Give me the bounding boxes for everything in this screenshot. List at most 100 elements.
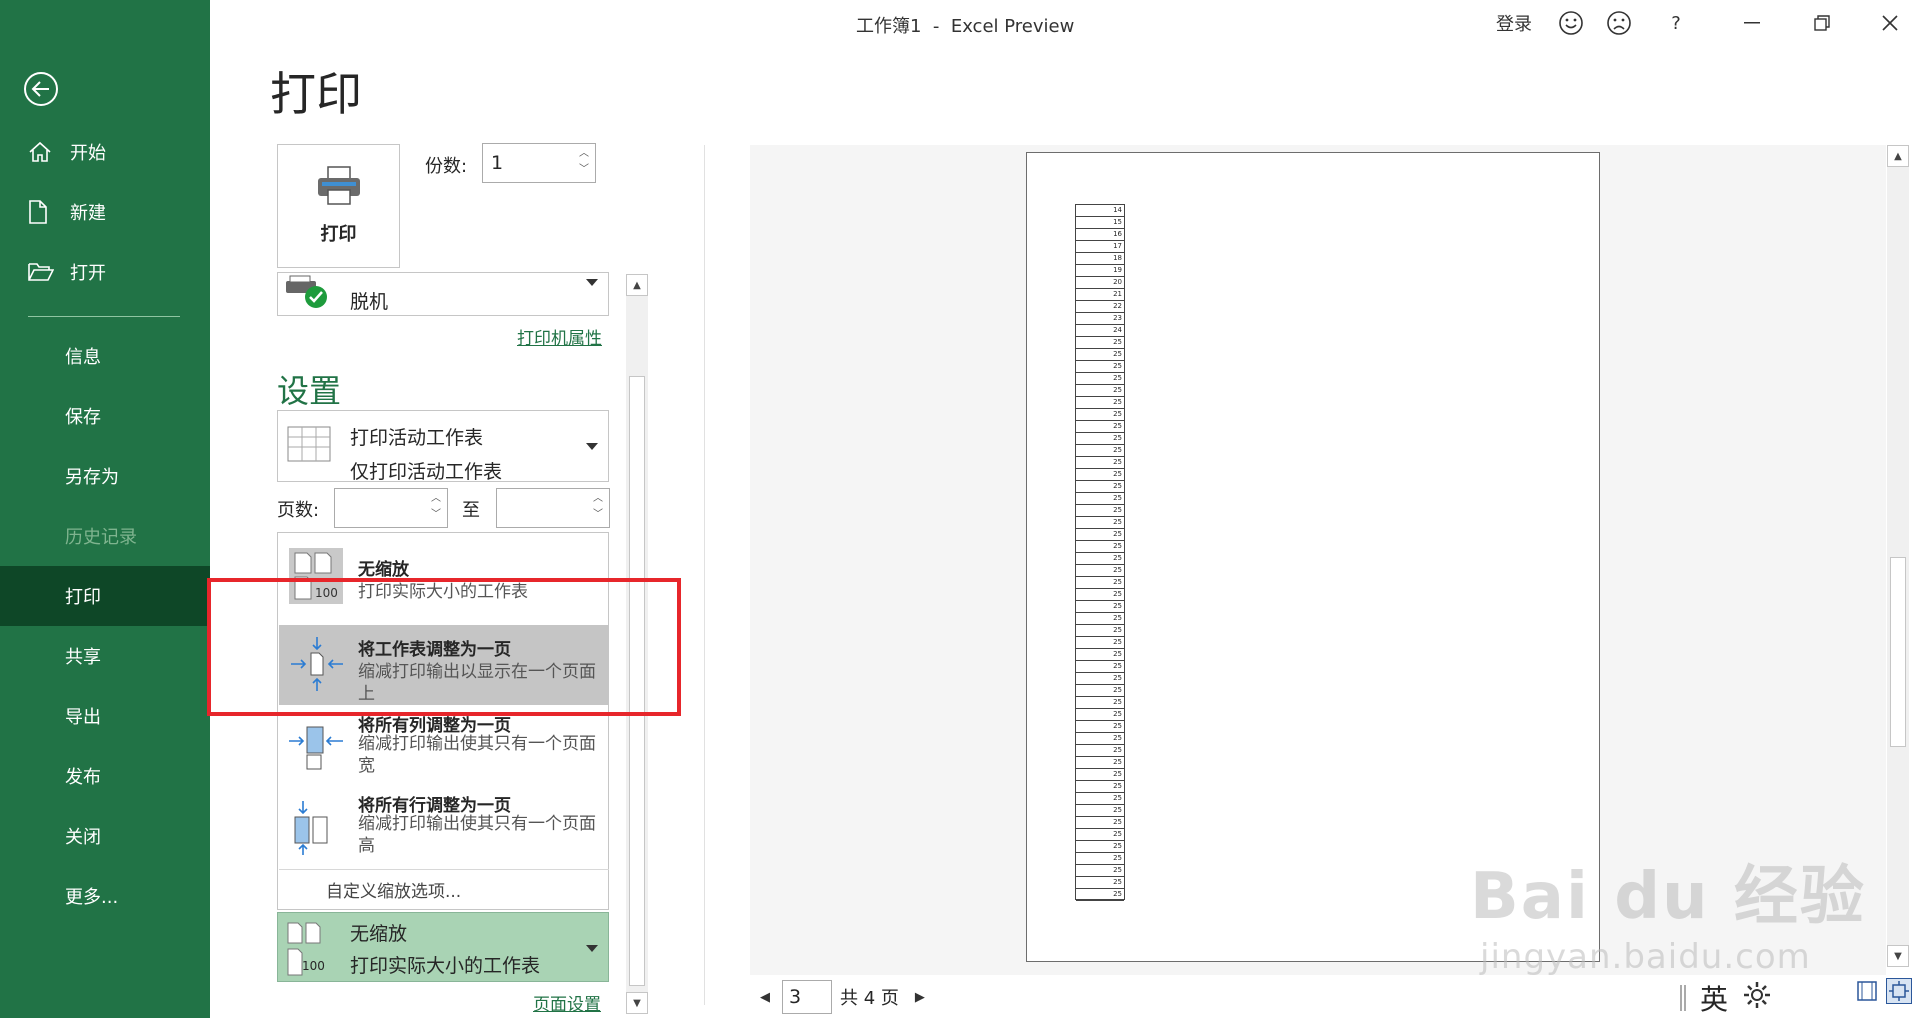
preview-cell: 25 [1076, 469, 1124, 481]
printer-select[interactable]: 脱机 [277, 272, 609, 316]
nav-new-label: 新建 [70, 203, 106, 224]
print-button[interactable]: 打印 [277, 144, 400, 268]
nav-history-label: 历史记录 [65, 527, 137, 548]
zoom-to-page-icon[interactable] [1886, 978, 1912, 1004]
total-pages: 共 4 页 [840, 988, 899, 1009]
restore-icon[interactable] [1800, 8, 1844, 38]
copies-stepper[interactable]: ︿ ﹀ [579, 146, 589, 178]
nav-share[interactable]: 共享 [0, 626, 210, 686]
custom-scaling-option[interactable]: 自定义缩放选项... [326, 877, 461, 902]
new-document-icon [28, 200, 64, 224]
preview-cell: 25 [1076, 445, 1124, 457]
preview-cell: 25 [1076, 853, 1124, 865]
nav-close[interactable]: 关闭 [0, 806, 210, 866]
preview-cell: 21 [1076, 289, 1124, 301]
preview-scrollbar[interactable]: ▲ ▼ [1887, 145, 1909, 967]
preview-cell: 25 [1076, 505, 1124, 517]
ime-indicator[interactable]: 英 [1680, 978, 1772, 1018]
preview-cell: 25 [1076, 721, 1124, 733]
close-icon[interactable] [1868, 8, 1912, 38]
fit-rows-desc: 缩减打印输出使其只有一个页面高 [358, 814, 596, 856]
preview-cell: 15 [1076, 217, 1124, 229]
preview-cell: 16 [1076, 229, 1124, 241]
preview-cell: 25 [1076, 757, 1124, 769]
print-what-desc: 仅打印活动工作表 [350, 461, 503, 483]
preview-cell: 25 [1076, 781, 1124, 793]
sheet-grid-icon [286, 425, 332, 469]
pages-from-input[interactable]: ︿ ﹀ [334, 488, 448, 528]
nav-more-label: 更多... [65, 887, 119, 908]
preview-cell: 25 [1076, 889, 1124, 901]
nav-info[interactable]: 信息 [0, 326, 210, 386]
scaling-option-fit-columns[interactable]: 将所有列调整为一页 缩减打印输出使其只有一个页面宽 [279, 711, 609, 787]
preview-cell: 25 [1076, 397, 1124, 409]
pages-to-input[interactable]: ︿ ﹀ [496, 488, 610, 528]
previous-page-icon[interactable]: ◀ [760, 990, 770, 1005]
nav-save-as[interactable]: 另存为 [0, 446, 210, 506]
copies-input[interactable]: 1 ︿ ﹀ [482, 143, 596, 183]
pages-from-stepper[interactable]: ︿ ﹀ [431, 491, 441, 523]
back-arrow-icon[interactable] [24, 72, 58, 106]
smile-feedback-icon[interactable] [1556, 8, 1586, 38]
preview-cell: 25 [1076, 373, 1124, 385]
settings-heading: 设置 [277, 372, 342, 410]
nav-close-label: 关闭 [65, 827, 101, 848]
preview-cell: 25 [1076, 841, 1124, 853]
preview-cell: 25 [1076, 337, 1124, 349]
preview-cell: 25 [1076, 637, 1124, 649]
nav-more[interactable]: 更多... [0, 866, 210, 926]
preview-cell: 25 [1076, 493, 1124, 505]
page-setup-link[interactable]: 页面设置 [533, 990, 601, 1015]
scroll-thumb[interactable] [1890, 557, 1906, 747]
preview-cell: 25 [1076, 805, 1124, 817]
fit-columns-icon [287, 719, 345, 777]
preview-cell: 14 [1076, 205, 1124, 217]
scroll-down-icon[interactable]: ▼ [1887, 945, 1909, 967]
next-page-icon[interactable]: ▶ [915, 990, 925, 1005]
signin-button[interactable]: 登录 [1496, 8, 1532, 38]
nav-export[interactable]: 导出 [0, 686, 210, 746]
pages-label: 页数: [277, 500, 320, 521]
nav-share-label: 共享 [65, 647, 101, 668]
preview-cell: 19 [1076, 265, 1124, 277]
preview-cell: 25 [1076, 457, 1124, 469]
printer-properties-link[interactable]: 打印机属性 [517, 324, 602, 349]
scaling-option-fit-sheet[interactable]: 将工作表调整为一页 缩减打印输出以显示在一个页面上 [279, 625, 609, 705]
preview-cell: 25 [1076, 817, 1124, 829]
minimize-icon[interactable] [1730, 8, 1774, 38]
ime-language[interactable]: 英 [1700, 978, 1728, 1018]
scroll-thumb[interactable] [629, 376, 645, 986]
scaling-current-desc: 打印实际大小的工作表 [350, 955, 541, 977]
show-margins-icon[interactable] [1856, 980, 1878, 1006]
current-page-input[interactable]: 3 [782, 980, 832, 1014]
scaling-select[interactable]: 100 无缩放 打印实际大小的工作表 [277, 912, 609, 982]
nav-export-label: 导出 [65, 707, 101, 728]
scroll-up-icon[interactable]: ▲ [1887, 145, 1909, 167]
nav-open[interactable]: 打开 [0, 242, 210, 302]
preview-cell: 25 [1076, 625, 1124, 637]
scaling-option-no-scaling[interactable]: 100 无缩放 打印实际大小的工作表 [279, 541, 609, 613]
gear-icon[interactable] [1742, 980, 1772, 1017]
nav-home[interactable]: 开始 [0, 122, 210, 182]
settings-scrollbar[interactable]: ▲ ▼ [626, 274, 648, 1014]
help-button[interactable]: ? [1666, 8, 1686, 38]
nav-new[interactable]: 新建 [0, 182, 210, 242]
frown-feedback-icon[interactable] [1604, 8, 1634, 38]
nav-save[interactable]: 保存 [0, 386, 210, 446]
preview-cell: 25 [1076, 589, 1124, 601]
nav-publish[interactable]: 发布 [0, 746, 210, 806]
preview-cell: 25 [1076, 565, 1124, 577]
page-title: 打印 [270, 67, 362, 121]
pages-to-stepper[interactable]: ︿ ﹀ [593, 491, 603, 523]
scaling-option-fit-rows[interactable]: 将所有行调整为一页 缩减打印输出使其只有一个页面高 [279, 791, 609, 867]
menu-divider [279, 869, 609, 870]
scaling-current-title: 无缩放 [350, 923, 408, 945]
print-what-select[interactable]: 打印活动工作表 仅打印活动工作表 [277, 410, 609, 483]
watermark-brand: Bai du 经验 [1470, 860, 1866, 934]
nav-print[interactable]: 打印 [0, 566, 210, 626]
scaling-menu: 100 无缩放 打印实际大小的工作表 将工作表调整为一页 缩减打印输出以显示在一… [277, 532, 609, 910]
scroll-down-icon[interactable]: ▼ [626, 992, 648, 1014]
watermark-url: jingyan.baidu.com [1480, 937, 1811, 977]
scroll-up-icon[interactable]: ▲ [626, 274, 648, 296]
nav-home-label: 开始 [70, 143, 106, 164]
